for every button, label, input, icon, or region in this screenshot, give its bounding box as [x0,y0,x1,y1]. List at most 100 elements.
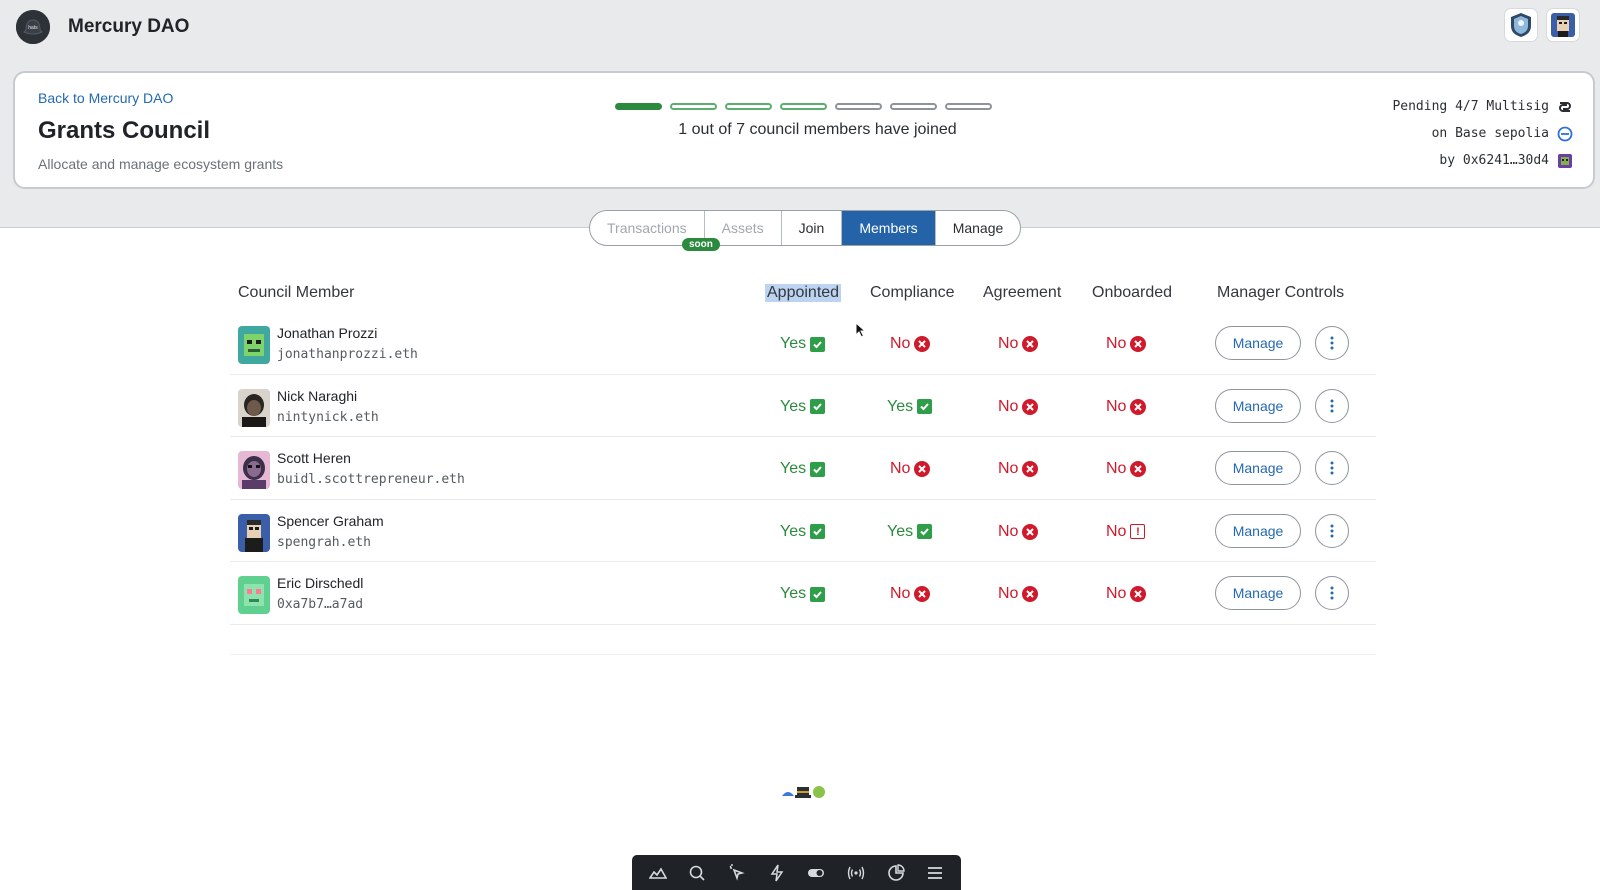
user-avatar[interactable] [1546,8,1580,42]
member-name: Eric Dirschedl [277,575,364,591]
x-circle-icon [1022,336,1039,352]
status-label: No [998,460,1019,477]
onboarded-status: No [1106,335,1147,353]
check-icon [917,399,933,414]
check-icon [810,461,826,477]
status-label: No [1106,522,1127,540]
toggle-icon[interactable] [802,859,830,887]
safe-creator-label: by 0x6241…30d4 [1439,153,1549,168]
column-onboarded: Onboarded [1092,284,1173,301]
lightning-icon[interactable] [763,859,791,887]
progress-segment [725,103,772,110]
appointed-status: Yes [780,460,826,478]
status-label: No [890,585,911,602]
x-circle-icon [1022,461,1039,477]
member-name: Jonathan Prozzi [277,325,378,341]
page-title: Grants Council [38,117,211,144]
more-options-button[interactable] [1315,326,1349,360]
menu-icon[interactable] [921,859,949,887]
column-agreement: Agreement [983,284,1062,301]
check-icon [917,524,933,539]
status-label: Yes [887,522,914,540]
safe-network[interactable]: on Base sepolia [1313,120,1573,147]
column-compliance: Compliance [870,284,955,301]
status-label: No [1106,335,1127,352]
manage-button[interactable]: Manage [1215,513,1301,548]
more-options-button[interactable] [1315,388,1349,423]
status-label: No [890,335,911,352]
compliance-status: Yes [887,522,933,541]
status-label: No [1106,460,1127,477]
chart-icon[interactable] [882,859,910,887]
x-circle-icon [1022,586,1039,602]
warning-icon: ! [1130,524,1146,539]
page-subtitle: Allocate and manage ecosystem grants [38,156,284,172]
safe-creator[interactable]: by 0x6241…30d4 [1313,147,1573,174]
safe-icon [1557,99,1573,115]
app-name: Mercury DAO [68,16,190,37]
member-name: Spencer Graham [277,512,384,529]
members-table: Council Member Appointed Compliance Agre… [230,280,1376,655]
column-manager-controls: Manager Controls [1217,284,1345,301]
status-label: No [998,397,1019,415]
search-icon[interactable] [683,859,711,887]
safe-status-label: Pending 4/7 Multisig [1392,99,1549,114]
member-ens: jonathanprozzi.eth [277,347,418,362]
compliance-status: No [890,460,931,478]
back-link[interactable]: Back to Mercury DAO [38,90,173,106]
inspect-icon[interactable] [723,859,751,887]
broadcast-icon[interactable] [842,859,870,887]
svg-text:hats: hats [28,25,38,31]
agreement-status: No [998,335,1039,353]
wallet-avatar[interactable] [1504,8,1538,42]
more-vertical-icon [1330,336,1334,350]
tab-members[interactable]: Members [842,211,936,245]
progress-segment [945,103,992,110]
check-icon [810,399,826,414]
progress-segment [890,103,937,110]
member-ens: 0xa7b7…a7ad [277,597,364,612]
table-footer [230,625,1376,655]
check-icon [810,336,826,352]
member-avatar [238,326,270,364]
top-avatars [1504,8,1580,42]
x-circle-icon [1022,523,1039,540]
x-circle-icon [1130,336,1147,352]
hats-footer-logo[interactable] [780,784,828,800]
more-vertical-icon [1330,399,1334,412]
tab-manage[interactable]: Manage [936,211,1021,245]
member-name: Scott Heren [277,450,351,466]
manage-button[interactable]: Manage [1215,326,1301,360]
tab-join[interactable]: Join [782,211,843,245]
safe-network-label: on Base sepolia [1431,126,1549,141]
member-avatar [238,513,270,552]
x-circle-icon [1130,586,1147,602]
manage-button[interactable]: Manage [1215,451,1301,485]
x-circle-icon [914,586,931,602]
more-options-button[interactable] [1315,513,1349,548]
manage-button[interactable]: Manage [1215,388,1301,423]
column-appointed[interactable]: Appointed [765,284,842,302]
more-options-button[interactable] [1315,576,1349,610]
member-name: Nick Naraghi [277,387,358,404]
agreement-status: No [998,460,1039,478]
soon-badge: soon [682,238,720,251]
x-circle-icon [914,336,931,352]
progress-segment [780,103,827,110]
status-label: No [1106,397,1127,415]
table-row: Nick Naraghi nintynick.eth Yes Yes No No… [230,375,1376,437]
safe-info: Pending 4/7 Multisig on Base sepolia by … [1313,93,1573,174]
check-icon [810,586,826,602]
hats-logo-icon: hats [16,10,50,44]
table-row: Scott Heren buidl.scottrepreneur.eth Yes… [230,437,1376,500]
onboarded-status: No [1106,397,1147,416]
x-circle-icon [914,461,931,477]
x-circle-icon [1130,398,1147,415]
agreement-status: No [998,397,1039,416]
manage-button[interactable]: Manage [1215,576,1301,610]
brand[interactable]: hats Mercury DAO [16,10,189,44]
audit-icon[interactable] [644,859,672,887]
member-avatar [238,576,270,614]
more-options-button[interactable] [1315,451,1349,485]
safe-status[interactable]: Pending 4/7 Multisig [1313,93,1573,120]
